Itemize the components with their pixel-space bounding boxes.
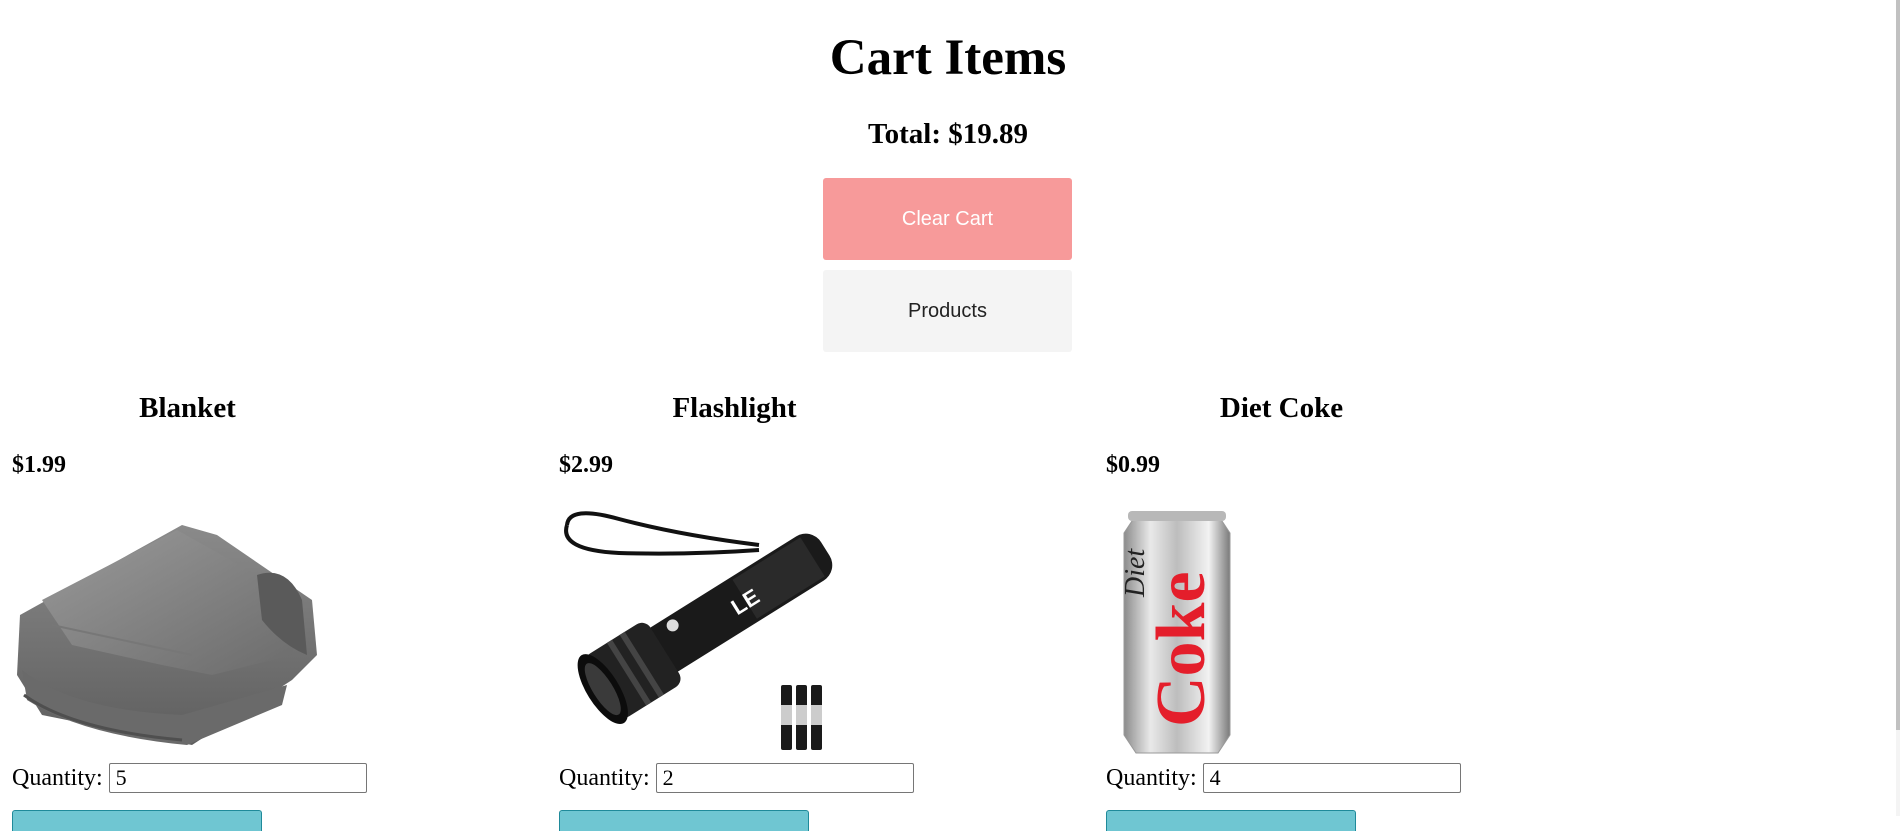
quantity-label: Quantity: (1106, 764, 1197, 791)
quantity-input[interactable] (655, 763, 914, 793)
item-action-button[interactable] (559, 810, 809, 831)
item-action-button[interactable] (1106, 810, 1356, 831)
quantity-label: Quantity: (12, 764, 103, 791)
item-name: Diet Coke (1219, 392, 1344, 424)
item-name: Flashlight (672, 392, 797, 424)
cart-item-diet-coke: Diet Coke $0.99 Diet Coke Quantity: (1094, 380, 1634, 831)
cart-total: Total: $19.89 (867, 118, 1029, 150)
page-title: Cart Items (829, 30, 1067, 86)
coke-text: Coke (1143, 571, 1220, 727)
cart-page: Cart Items Total: $19.89 Clear Cart Prod… (0, 0, 1896, 831)
item-action-button[interactable] (12, 810, 262, 831)
blanket-image (17, 525, 317, 745)
item-price: $0.99 (1106, 452, 1160, 478)
products-button[interactable]: Products (823, 270, 1072, 352)
cart-item-flashlight: Flashlight $2.99 LE Quantity: 2 (547, 380, 1087, 831)
quantity-row: Quantity: (12, 763, 367, 793)
clear-cart-button[interactable]: Clear Cart (823, 178, 1072, 260)
item-price: $1.99 (12, 452, 66, 478)
quantity-row: Quantity: (559, 763, 914, 793)
item-price: $2.99 (559, 452, 613, 478)
quantity-input[interactable] (1202, 763, 1461, 793)
quantity-label: Quantity: (559, 764, 650, 791)
vertical-scrollbar[interactable] (1896, 0, 1900, 816)
diet-coke-can-image: Diet Coke (1120, 511, 1231, 754)
cart-item-blanket: Blanket $1.99 Quantity: (0, 380, 540, 831)
item-name: Blanket (139, 392, 236, 424)
batteries (781, 685, 822, 750)
quantity-row: Quantity: (1106, 763, 1461, 793)
scrollbar-thumb[interactable] (1896, 0, 1900, 730)
quantity-input[interactable] (108, 763, 367, 793)
flashlight-image: LE (564, 511, 833, 750)
